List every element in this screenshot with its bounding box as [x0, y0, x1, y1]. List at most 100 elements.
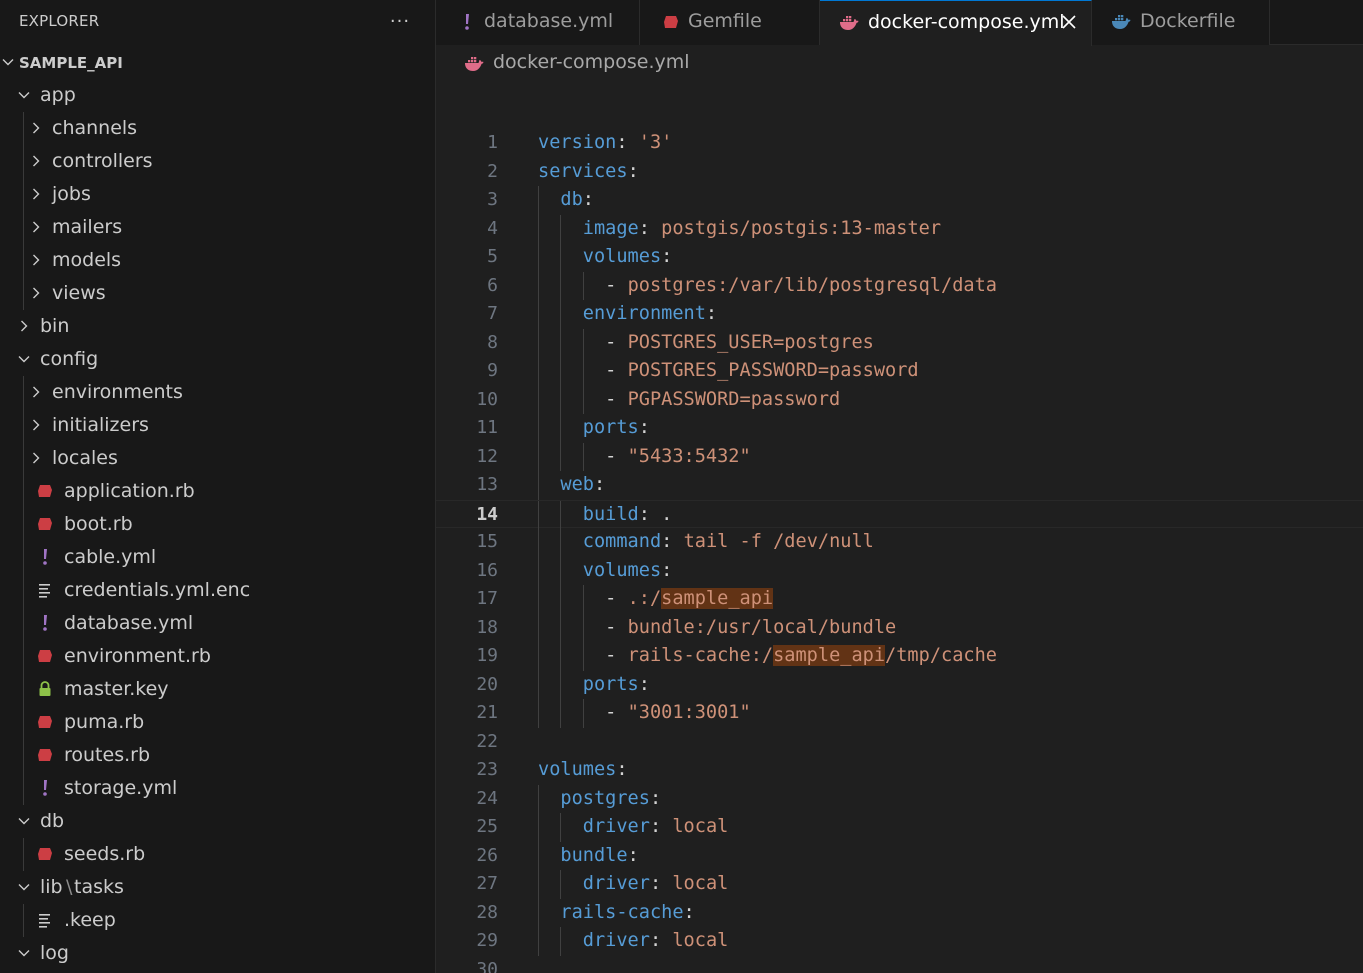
code-line[interactable]: 23 volumes: — [436, 756, 1363, 785]
line-number: 3 — [487, 189, 498, 210]
code-line[interactable]: 17 - .:/sample_api — [436, 585, 1363, 614]
tree-file[interactable]: boot.rb — [0, 508, 435, 541]
tree-file[interactable]: environment.rb — [0, 640, 435, 673]
code-line[interactable]: 14 build: . — [436, 499, 1363, 529]
tree-folder[interactable]: mailers — [0, 211, 435, 244]
tab-database-yml[interactable]: database.yml — [436, 0, 640, 45]
tree-folder[interactable]: environments — [0, 376, 435, 409]
tree-file[interactable]: master.key — [0, 673, 435, 706]
yaml-value: PGPASSWORD=password — [627, 388, 841, 410]
tree-folder[interactable]: initializers — [0, 409, 435, 442]
tree-folder[interactable]: config — [0, 343, 435, 376]
tree-folder[interactable]: views — [0, 277, 435, 310]
tab-dockerfile[interactable]: Dockerfile — [1092, 0, 1270, 45]
yaml-colon: : — [705, 303, 718, 324]
close-icon[interactable] — [1059, 12, 1079, 32]
code-line[interactable]: 2 services: — [436, 158, 1363, 187]
code-line[interactable]: 9 - POSTGRES_PASSWORD=password — [436, 357, 1363, 386]
ruby-icon — [36, 713, 54, 731]
yaml-icon — [36, 779, 54, 797]
code-line[interactable]: 7 environment: — [436, 300, 1363, 329]
code-line[interactable]: 18 - bundle:/usr/local/bundle — [436, 613, 1363, 642]
code-line[interactable]: 28 rails-cache: — [436, 898, 1363, 927]
tree-folder[interactable]: jobs — [0, 178, 435, 211]
chevron-right-icon — [28, 285, 44, 301]
code-line[interactable]: 13 web: — [436, 471, 1363, 500]
code-line[interactable]: 5 volumes: — [436, 243, 1363, 272]
code-line[interactable]: 11 ports: — [436, 414, 1363, 443]
code-line[interactable]: 3 db: — [436, 186, 1363, 215]
indent-guide — [23, 178, 24, 211]
chevron-down-icon — [16, 945, 32, 961]
code-line[interactable]: 10 - PGPASSWORD=password — [436, 385, 1363, 414]
tree-folder[interactable]: channels — [0, 112, 435, 145]
code-line[interactable]: 26 bundle: — [436, 841, 1363, 870]
yaml-value: local — [672, 930, 729, 951]
code-line[interactable]: 8 - POSTGRES_USER=postgres — [436, 328, 1363, 357]
tree-folder[interactable]: db — [0, 805, 435, 838]
tree-file[interactable]: credentials.yml.enc — [0, 574, 435, 607]
yaml-value: bundle:/usr/local/bundle — [627, 616, 897, 638]
list-dash: - — [605, 360, 628, 381]
tree-file[interactable]: .keep — [0, 904, 435, 937]
tree-file[interactable]: seeds.rb — [0, 838, 435, 871]
tree-folder[interactable]: models — [0, 244, 435, 277]
tree-folder[interactable]: bin — [0, 310, 435, 343]
tab-gemfile[interactable]: Gemfile — [640, 0, 820, 45]
code-line[interactable]: 24 postgres: — [436, 784, 1363, 813]
more-actions-button[interactable]: ··· — [384, 6, 416, 36]
code-line[interactable]: 19 - rails-cache:/sample_api/tmp/cache — [436, 642, 1363, 671]
yaml-icon — [36, 548, 54, 566]
tree-file[interactable]: routes.rb — [0, 739, 435, 772]
code-line[interactable]: 29 driver: local — [436, 927, 1363, 956]
tree-file[interactable]: puma.rb — [0, 706, 435, 739]
tab-docker-compose-yml[interactable]: docker-compose.yml — [820, 0, 1092, 46]
tree-item-label: puma.rb — [64, 711, 145, 733]
yaml-value: postgres:/var/lib/postgresql/data — [627, 274, 997, 296]
code-line[interactable]: 16 volumes: — [436, 556, 1363, 585]
yaml-colon: : — [616, 132, 628, 153]
tree-item-label: views — [52, 282, 106, 304]
yaml-value: POSTGRES_PASSWORD=password — [627, 360, 919, 381]
code-line[interactable]: 20 ports: — [436, 670, 1363, 699]
tree-file[interactable]: cable.yml — [0, 541, 435, 574]
tree-root-folder[interactable]: SAMPLE_API — [0, 46, 435, 79]
list-dash: - — [605, 702, 628, 723]
tree-folder[interactable]: log — [0, 937, 435, 970]
tree-folder[interactable]: lib \ tasks — [0, 871, 435, 904]
code-line[interactable]: 12 - "5433:5432" — [436, 442, 1363, 471]
tree-file[interactable]: database.yml — [0, 607, 435, 640]
tree-file[interactable]: storage.yml — [0, 772, 435, 805]
code-line[interactable]: 4 image: postgis/postgis:13-master — [436, 214, 1363, 243]
tree-folder[interactable]: controllers — [0, 145, 435, 178]
tree-item-label: environment.rb — [64, 645, 211, 667]
code-line[interactable]: 30 — [436, 956, 1363, 973]
yaml-icon — [458, 13, 478, 31]
yaml-colon: : — [649, 873, 662, 894]
line-number: 14 — [476, 503, 498, 525]
text-file-icon — [36, 581, 54, 599]
code-text: - POSTGRES_PASSWORD=password — [538, 360, 919, 381]
code-text: bundle: — [538, 844, 639, 866]
tree-folder[interactable]: app — [0, 79, 435, 112]
code-line[interactable]: 21 - "3001:3001" — [436, 699, 1363, 728]
code-editor[interactable]: 1 version: '3' 2 services: 3 db: 4 image: pos… — [436, 82, 1363, 973]
code-line[interactable]: 22 — [436, 728, 1363, 757]
breadcrumb-file-label[interactable]: docker-compose.yml — [493, 51, 690, 73]
yaml-key: bundle — [560, 844, 628, 866]
editor-tab-bar: database.yml Gemfile docker-compose.yml Doc… — [436, 0, 1363, 46]
code-line[interactable]: 15 command: tail -f /dev/null — [436, 528, 1363, 557]
code-line[interactable]: 25 driver: local — [436, 813, 1363, 842]
yaml-colon: : — [683, 901, 695, 923]
code-line[interactable]: 6 - postgres:/var/lib/postgresql/data — [436, 271, 1363, 300]
tree-folder[interactable]: locales — [0, 442, 435, 475]
line-number: 22 — [476, 730, 498, 752]
chevron-right-icon — [28, 153, 44, 169]
code-line[interactable]: 1 version: '3' — [436, 129, 1363, 158]
yaml-colon: : — [627, 844, 639, 866]
line-number: 28 — [476, 901, 498, 923]
code-line[interactable]: 27 driver: local — [436, 870, 1363, 899]
indent-guide — [23, 838, 24, 871]
tree-file[interactable]: application.rb — [0, 475, 435, 508]
tab-label: Gemfile — [688, 10, 762, 32]
